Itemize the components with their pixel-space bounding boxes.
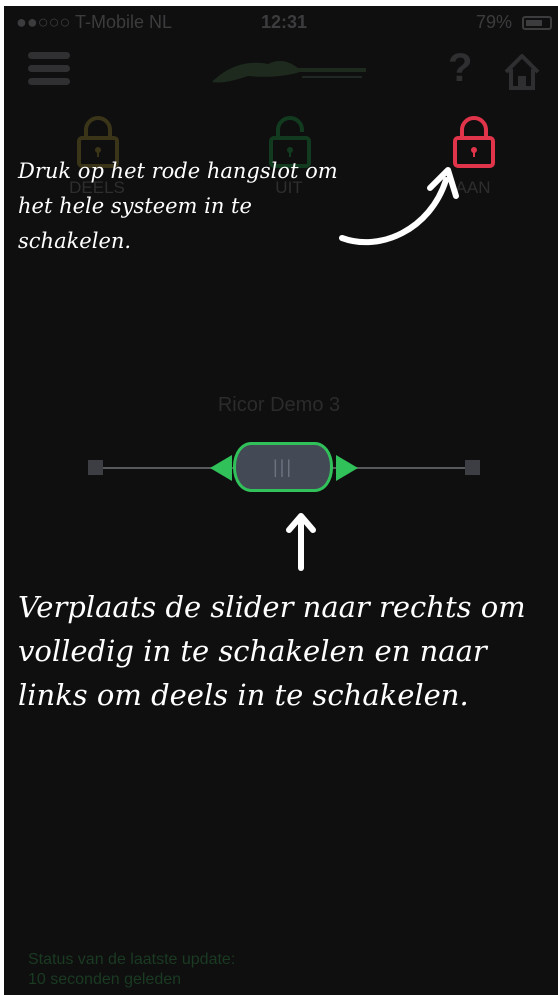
status-footer: Status van de laatste update: 10 seconde… bbox=[28, 950, 235, 990]
up-arrow-icon bbox=[286, 513, 316, 571]
status-bar: ●●○○○ T-Mobile NL 12:31 79% bbox=[16, 10, 552, 36]
help-button[interactable]: ? bbox=[448, 46, 472, 91]
arm-mode-slider[interactable]: ||| bbox=[88, 438, 480, 498]
screen-edge-top bbox=[0, 0, 558, 6]
curved-arrow-icon bbox=[339, 167, 459, 246]
slider-end-right bbox=[465, 460, 480, 475]
slider-arrow-left-icon bbox=[210, 455, 232, 481]
brand-logo-icon bbox=[208, 56, 368, 86]
slider-knob[interactable]: ||| bbox=[233, 442, 333, 492]
status-update-time: 10 seconden geleden bbox=[28, 971, 182, 988]
carrier-label: ●●○○○ T-Mobile NL bbox=[16, 12, 173, 32]
device-name: Ricor Demo 3 bbox=[217, 394, 341, 416]
home-icon[interactable] bbox=[500, 50, 544, 94]
hamburger-menu-icon[interactable] bbox=[28, 52, 70, 86]
slider-arrow-right-icon bbox=[336, 455, 358, 481]
slider-hint-text: Verplaats de slider naar rechts om volle… bbox=[18, 590, 526, 712]
lock-hint-text: Druk op het rode hangslot om het hele sy… bbox=[18, 159, 338, 253]
status-update-label: Status van de laatste update: bbox=[28, 951, 236, 968]
battery-label: 79% bbox=[475, 12, 512, 32]
slider-grip: ||| bbox=[272, 457, 294, 477]
clock-label: 12:31 bbox=[261, 12, 308, 32]
slider-end-left bbox=[88, 460, 103, 475]
screen-edge-left bbox=[0, 0, 4, 995]
battery-icon bbox=[522, 16, 552, 30]
